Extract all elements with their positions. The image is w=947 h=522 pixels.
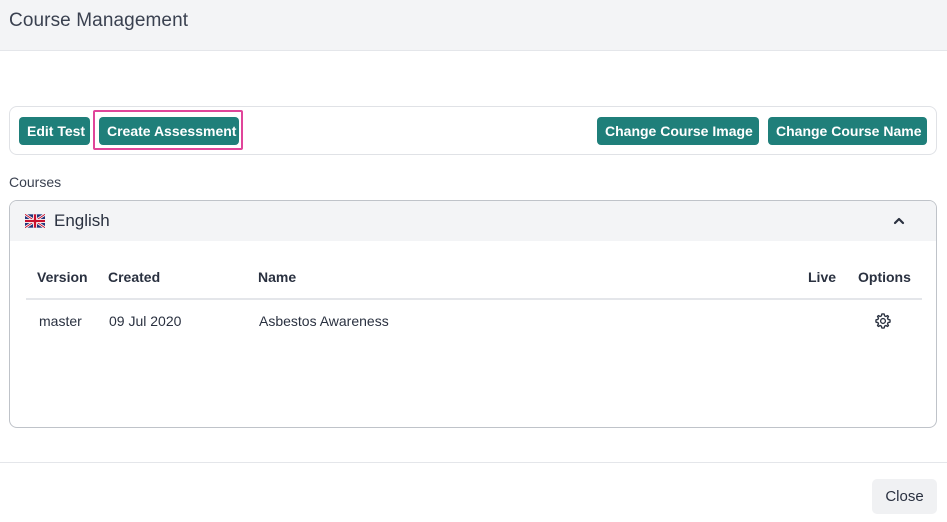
close-button[interactable]: Close [872,479,937,514]
column-header-live: Live [808,269,837,285]
change-course-image-button[interactable]: Change Course Image [597,117,759,145]
uk-flag-icon [25,214,45,228]
course-language-panel: English Version Created Name Live Option… [9,200,937,428]
modal-header: Course Management [0,0,947,51]
panel-header[interactable]: English [10,201,936,241]
row-created-cell: 09 Jul 2020 [109,313,182,329]
column-header-name: Name [258,269,297,285]
column-header-version: Version [37,269,88,285]
chevron-up-icon[interactable] [890,212,908,230]
column-header-options: Options [858,269,911,285]
column-header-created: Created [108,269,161,285]
gear-icon[interactable] [874,312,892,330]
table-header-divider [26,298,922,300]
create-assessment-button[interactable]: Create Assessment [99,117,239,145]
row-name-cell: Asbestos Awareness [259,313,389,329]
row-version-cell: master [39,313,82,329]
modal-title: Course Management [9,10,189,31]
course-toolbar: Edit Test Create Assessment Change Cours… [9,106,937,155]
panel-title: English [54,211,110,230]
footer-divider [0,462,947,463]
change-course-name-button[interactable]: Change Course Name [768,117,927,145]
edit-test-button[interactable]: Edit Test [19,117,90,145]
courses-label: Courses [9,174,62,190]
